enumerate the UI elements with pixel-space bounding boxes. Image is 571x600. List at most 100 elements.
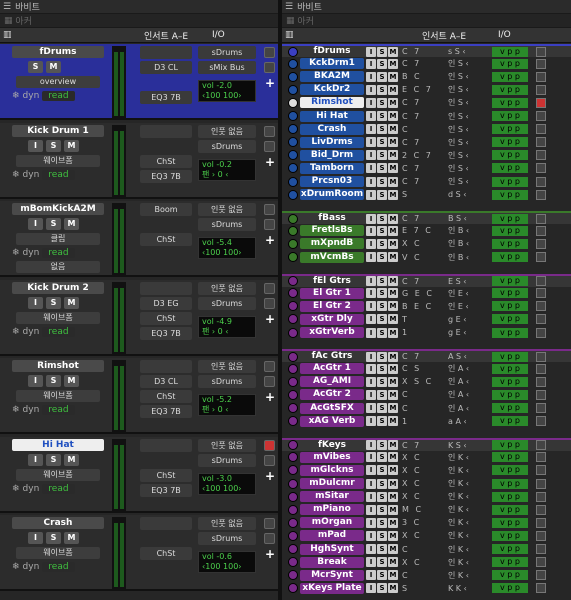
track-button-m[interactable]: M	[388, 189, 398, 200]
track-button-s[interactable]: S	[377, 416, 387, 427]
track-name[interactable]: mDulcmr	[300, 478, 364, 489]
volume-pan-button[interactable]: v p p	[492, 465, 528, 476]
track-button-m[interactable]: M	[388, 301, 398, 312]
volume-pan-button[interactable]: v p p	[492, 376, 528, 387]
record-button[interactable]	[264, 518, 275, 529]
track-name[interactable]: HghSynt	[300, 543, 364, 555]
insert-slot[interactable]: D3 EG	[140, 296, 192, 310]
strip-button-i[interactable]: I	[28, 375, 43, 387]
track-button-i[interactable]: I	[366, 46, 376, 57]
track-row[interactable]: AcGtSFX I S M C 인 A ‹ v p p	[282, 402, 571, 415]
track-name[interactable]: FretlsBs	[300, 225, 364, 237]
volume-display[interactable]: vol -0.6 ‹100 100›	[198, 551, 256, 573]
track-button-m[interactable]: M	[388, 238, 398, 249]
insert-slot[interactable]	[140, 360, 192, 373]
record-button[interactable]	[536, 452, 546, 463]
track-row[interactable]: Hi Hat I S M C 7 인 S ‹ v p p	[282, 110, 571, 123]
track-button-s[interactable]: S	[377, 238, 387, 249]
add-send-icon[interactable]: +	[265, 547, 275, 561]
monitor-button[interactable]	[264, 62, 275, 73]
io-slot[interactable]: sDrums	[198, 532, 256, 545]
track-button-m[interactable]: M	[388, 58, 398, 69]
track-button-i[interactable]: I	[366, 213, 376, 224]
track-row[interactable]: Bid_Drm I S M 2 C 7 인 S ‹ v p p	[282, 149, 571, 162]
track-button-m[interactable]: M	[388, 530, 398, 541]
track-button-m[interactable]: M	[388, 213, 398, 224]
track-name[interactable]: AG_AMI	[300, 376, 364, 388]
insert-slot[interactable]	[140, 517, 192, 530]
track-name[interactable]: KckDr2	[300, 84, 364, 96]
insert-slot[interactable]: ChSt	[140, 468, 192, 482]
insert-slot[interactable]: EQ3 7B	[140, 91, 192, 104]
snowflake-icon[interactable]: ❄	[12, 91, 20, 101]
record-button[interactable]	[264, 361, 275, 372]
track-button-m[interactable]: M	[388, 452, 398, 463]
track-button-s[interactable]: S	[377, 440, 387, 451]
volume-display[interactable]: vol -5.4 ‹100 100›	[198, 237, 256, 259]
track-button-s[interactable]: S	[377, 225, 387, 236]
track-name[interactable]: Tamborn	[300, 162, 364, 174]
track-button-m[interactable]: M	[388, 491, 398, 502]
track-row[interactable]: Break I S M X C 인 K ‹ v p p	[282, 556, 571, 569]
track-button-m[interactable]: M	[388, 403, 398, 413]
track-row[interactable]: xGtr Dly I S M Tg E ‹ v p p	[282, 313, 571, 326]
record-button[interactable]	[536, 440, 546, 451]
track-button-s[interactable]: S	[377, 111, 387, 121]
track-button-m[interactable]: M	[388, 288, 398, 299]
track-button-i[interactable]: I	[366, 301, 376, 312]
volume-pan-button[interactable]: v p p	[492, 389, 528, 400]
record-button[interactable]	[536, 225, 546, 236]
snowflake-icon[interactable]: ❄	[12, 562, 20, 572]
track-button-m[interactable]: M	[388, 544, 398, 554]
record-button[interactable]	[264, 204, 275, 215]
view-selector[interactable]: 웨이브폼	[16, 468, 100, 481]
record-button[interactable]	[536, 46, 546, 57]
track-button-i[interactable]: I	[366, 583, 376, 594]
volume-pan-button[interactable]: v p p	[492, 363, 528, 374]
volume-pan-button[interactable]: v p p	[492, 84, 528, 95]
track-name[interactable]: El Gtr 1	[300, 287, 364, 299]
track-button-s[interactable]: S	[377, 189, 387, 200]
track-name[interactable]: Bid_Drm	[300, 149, 364, 161]
record-button[interactable]	[264, 439, 275, 451]
track-row[interactable]: Rimshot I S M C 7 인 S ‹ v p p	[282, 96, 571, 109]
insert-slot[interactable]: EQ3 7B	[140, 326, 192, 340]
track-button-s[interactable]: S	[377, 150, 387, 161]
volume-pan-button[interactable]: v p p	[492, 58, 528, 69]
track-button-m[interactable]: M	[388, 276, 398, 287]
record-button[interactable]	[536, 351, 546, 362]
track-button-m[interactable]: M	[388, 163, 398, 174]
track-row[interactable]: mVibes I S M X C 인 K ‹ v p p	[282, 451, 571, 464]
io-slot[interactable]: 인풋 없음	[198, 124, 256, 138]
track-button-i[interactable]: I	[366, 288, 376, 299]
io-slot[interactable]: sDrums	[198, 46, 256, 59]
insert-slot[interactable]: ChSt	[140, 154, 192, 168]
track-button-m[interactable]: M	[388, 440, 398, 451]
view-selector[interactable]: 웨이브폼	[16, 311, 100, 324]
track-button-m[interactable]: M	[388, 465, 398, 476]
insert-slot[interactable]: ChSt	[140, 233, 192, 246]
track-button-i[interactable]: I	[366, 238, 376, 249]
add-send-icon[interactable]: +	[265, 233, 275, 247]
record-button[interactable]	[536, 58, 546, 69]
menu-icon[interactable]: ☰	[3, 2, 11, 12]
strip-button-s[interactable]: S	[46, 375, 61, 387]
track-button-i[interactable]: I	[366, 327, 376, 338]
strip-button-s[interactable]: S	[28, 61, 43, 73]
track-button-s[interactable]: S	[377, 478, 387, 489]
track-name[interactable]: mPiano	[300, 504, 364, 516]
track-name[interactable]: xGtr Dly	[300, 313, 364, 325]
strip-button-m[interactable]: M	[64, 296, 79, 309]
record-button[interactable]	[536, 376, 546, 387]
track-button-s[interactable]: S	[377, 301, 387, 312]
track-row[interactable]: McrSynt I S M C 인 K ‹ v p p	[282, 569, 571, 582]
volume-pan-button[interactable]: v p p	[492, 213, 528, 224]
insert-slot[interactable]: EQ3 7B	[140, 169, 192, 183]
track-button-s[interactable]: S	[377, 276, 387, 287]
record-button[interactable]	[536, 314, 546, 325]
track-name[interactable]: Break	[300, 556, 364, 568]
track-name[interactable]: KckDrm1	[300, 58, 364, 70]
volume-display[interactable]: vol -2.0 ‹100 100›	[198, 80, 256, 102]
track-name[interactable]: mXpndB	[300, 238, 364, 250]
volume-pan-button[interactable]: v p p	[492, 557, 528, 568]
